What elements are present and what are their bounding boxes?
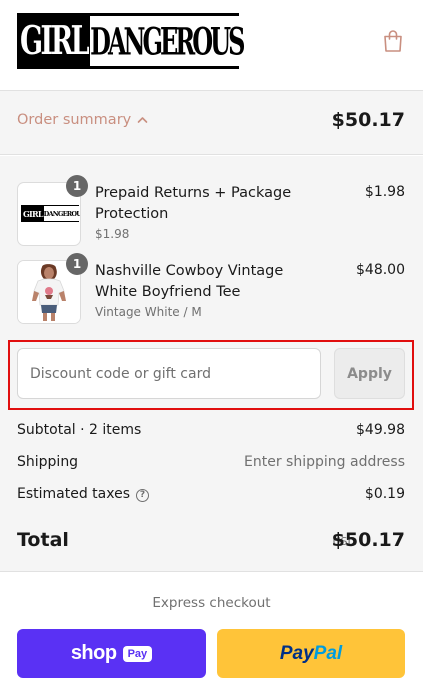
taxes-row: Estimated taxes? $0.19 [17,486,405,502]
shopping-bag-icon[interactable] [382,29,404,53]
line-item: GIRL DANGEROUS 1 Prepaid Returns + Packa… [17,175,405,246]
total-amount: $50.17 [331,529,405,551]
total-label: Total [17,529,69,551]
header: GIRL DANGEROUS [0,0,423,91]
paypal-wordmark-pay: Pay [279,642,314,664]
chevron-up-icon [137,117,148,123]
brand-logo[interactable]: GIRL DANGEROUS [17,13,245,69]
item-name: Prepaid Returns + Package Protection [95,185,292,222]
shop-pay-button[interactable]: shop Pay [17,629,206,678]
subtotal-value: $49.98 [356,422,405,438]
shipping-value: Enter shipping address [244,454,405,470]
shop-pay-chip: Pay [122,645,153,662]
logo-text-girl: GIRL [20,18,90,64]
line-item: 1 Nashville Cowboy Vintage White Boyfrie… [17,253,405,324]
item-name: Nashville Cowboy Vintage White Boyfriend… [95,263,284,300]
shop-pay-wordmark: shop [70,642,117,664]
thumbnail-logo-girl: GIRL [23,208,43,219]
quantity-badge: 1 [66,253,88,275]
shipping-label: Shipping [17,454,79,470]
logo-dangerous-box: DANGEROUS [90,16,245,66]
taxes-label: Estimated taxes [17,486,131,502]
paypal-wordmark-pal: Pal [313,642,343,664]
shipping-row: Shipping Enter shipping address [17,454,405,470]
thumbnail-logo-dangerous: DANGEROUS [43,206,80,221]
item-subtitle: $1.98 [95,227,130,241]
express-checkout-label: Express checkout [152,595,271,611]
taxes-value: $0.19 [364,486,405,502]
item-price: $1.98 [364,184,405,200]
order-summary-panel: GIRL DANGEROUS 1 Prepaid Returns + Packa… [0,156,423,572]
order-summary-toggle[interactable]: Order summary [17,112,148,128]
logo-text-dangerous: DANGEROUS [90,18,245,64]
order-summary-bar: Order summary $50.17 [0,91,423,155]
thumbnail-logo: GIRL DANGEROUS [21,205,80,222]
item-price: $48.00 [356,262,405,278]
apply-discount-button[interactable]: Apply [334,348,405,399]
subtotal-row: Subtotal · 2 items $49.98 [17,422,405,438]
order-summary-label: Order summary [17,112,132,128]
subtotal-label: Subtotal · 2 items [17,422,142,438]
item-variant: Vintage White / M [95,305,202,319]
question-circle-icon[interactable]: ? [136,488,150,502]
discount-code-input[interactable] [17,348,321,399]
paypal-button[interactable]: Pay Pal [217,629,405,678]
order-summary-total: $50.17 [331,109,405,131]
quantity-badge: 1 [66,175,88,197]
